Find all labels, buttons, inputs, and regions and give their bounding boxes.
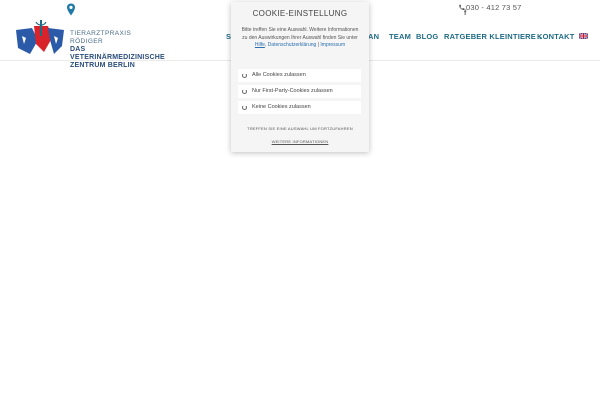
logo-animals-mark xyxy=(16,20,64,54)
nav-item-ratgeber[interactable]: RATGEBER KLEINTIERE ⌄ xyxy=(444,32,543,41)
nav-item-blog[interactable]: BLOG xyxy=(416,32,438,41)
link-datenschutz[interactable]: Datenschutzerklärung xyxy=(268,42,317,48)
cookie-desc-text: Bitte treffen Sie eine Auswahl. Weitere … xyxy=(241,27,359,41)
facebook-icon[interactable]: f xyxy=(464,10,466,17)
cookie-option-all[interactable]: Alle Cookies zulassen xyxy=(238,69,361,82)
logo-line-1: TIERARZTPRAXIS RÖDIGER xyxy=(70,30,132,45)
uk-flag-icon[interactable] xyxy=(579,33,588,39)
phone-text: 030 - 412 73 57 xyxy=(466,3,522,12)
cookie-consent-dialog: COOKIE-EINSTELLUNG Bitte treffen Sie ein… xyxy=(231,2,369,152)
nav-item-partial-right[interactable]: AN xyxy=(368,32,379,41)
cookie-dialog-note: TREFFEN SIE EINE AUSWAHL UM FORTZUFAHREN xyxy=(247,126,353,131)
radio-icon xyxy=(242,105,247,110)
site-logo[interactable]: TIERARZTPRAXIS RÖDIGER DAS VETERINÄRMEDI… xyxy=(14,18,165,69)
more-info-link[interactable]: WEITERE INFORMATIONEN xyxy=(231,139,369,144)
cookie-dialog-description: Bitte treffen Sie eine Auswahl. Weitere … xyxy=(241,27,359,50)
cookie-option-label: Alle Cookies zulassen xyxy=(252,72,306,78)
cookie-option-label: Nur First-Party-Cookies zulassen xyxy=(252,88,333,94)
cookie-option-label: Keine Cookies zulassen xyxy=(252,104,311,110)
phone-number[interactable]: 030 - 412 73 57 xyxy=(458,3,522,12)
cookie-options: Alle Cookies zulassen Nur First-Party-Co… xyxy=(238,69,361,117)
radio-icon xyxy=(242,73,247,78)
nav-item-ratgeber-label: RATGEBER KLEINTIERE xyxy=(444,32,536,41)
nav-item-kontakt[interactable]: KONTAKT xyxy=(537,32,575,41)
radio-icon xyxy=(242,89,247,94)
cookie-option-none[interactable]: Keine Cookies zulassen xyxy=(238,101,361,114)
map-pin-icon xyxy=(67,3,75,16)
logo-text: TIERARZTPRAXIS RÖDIGER DAS VETERINÄRMEDI… xyxy=(70,30,165,70)
cookie-option-first-party[interactable]: Nur First-Party-Cookies zulassen xyxy=(238,85,361,98)
nav-item-team[interactable]: TEAM xyxy=(389,32,411,41)
logo-line-3: ZENTRUM BERLIN xyxy=(70,62,136,69)
cookie-dialog-title: COOKIE-EINSTELLUNG xyxy=(252,9,348,18)
link-impressum[interactable]: Impressum xyxy=(320,42,345,48)
link-hilfe[interactable]: Hilfe xyxy=(255,42,265,48)
